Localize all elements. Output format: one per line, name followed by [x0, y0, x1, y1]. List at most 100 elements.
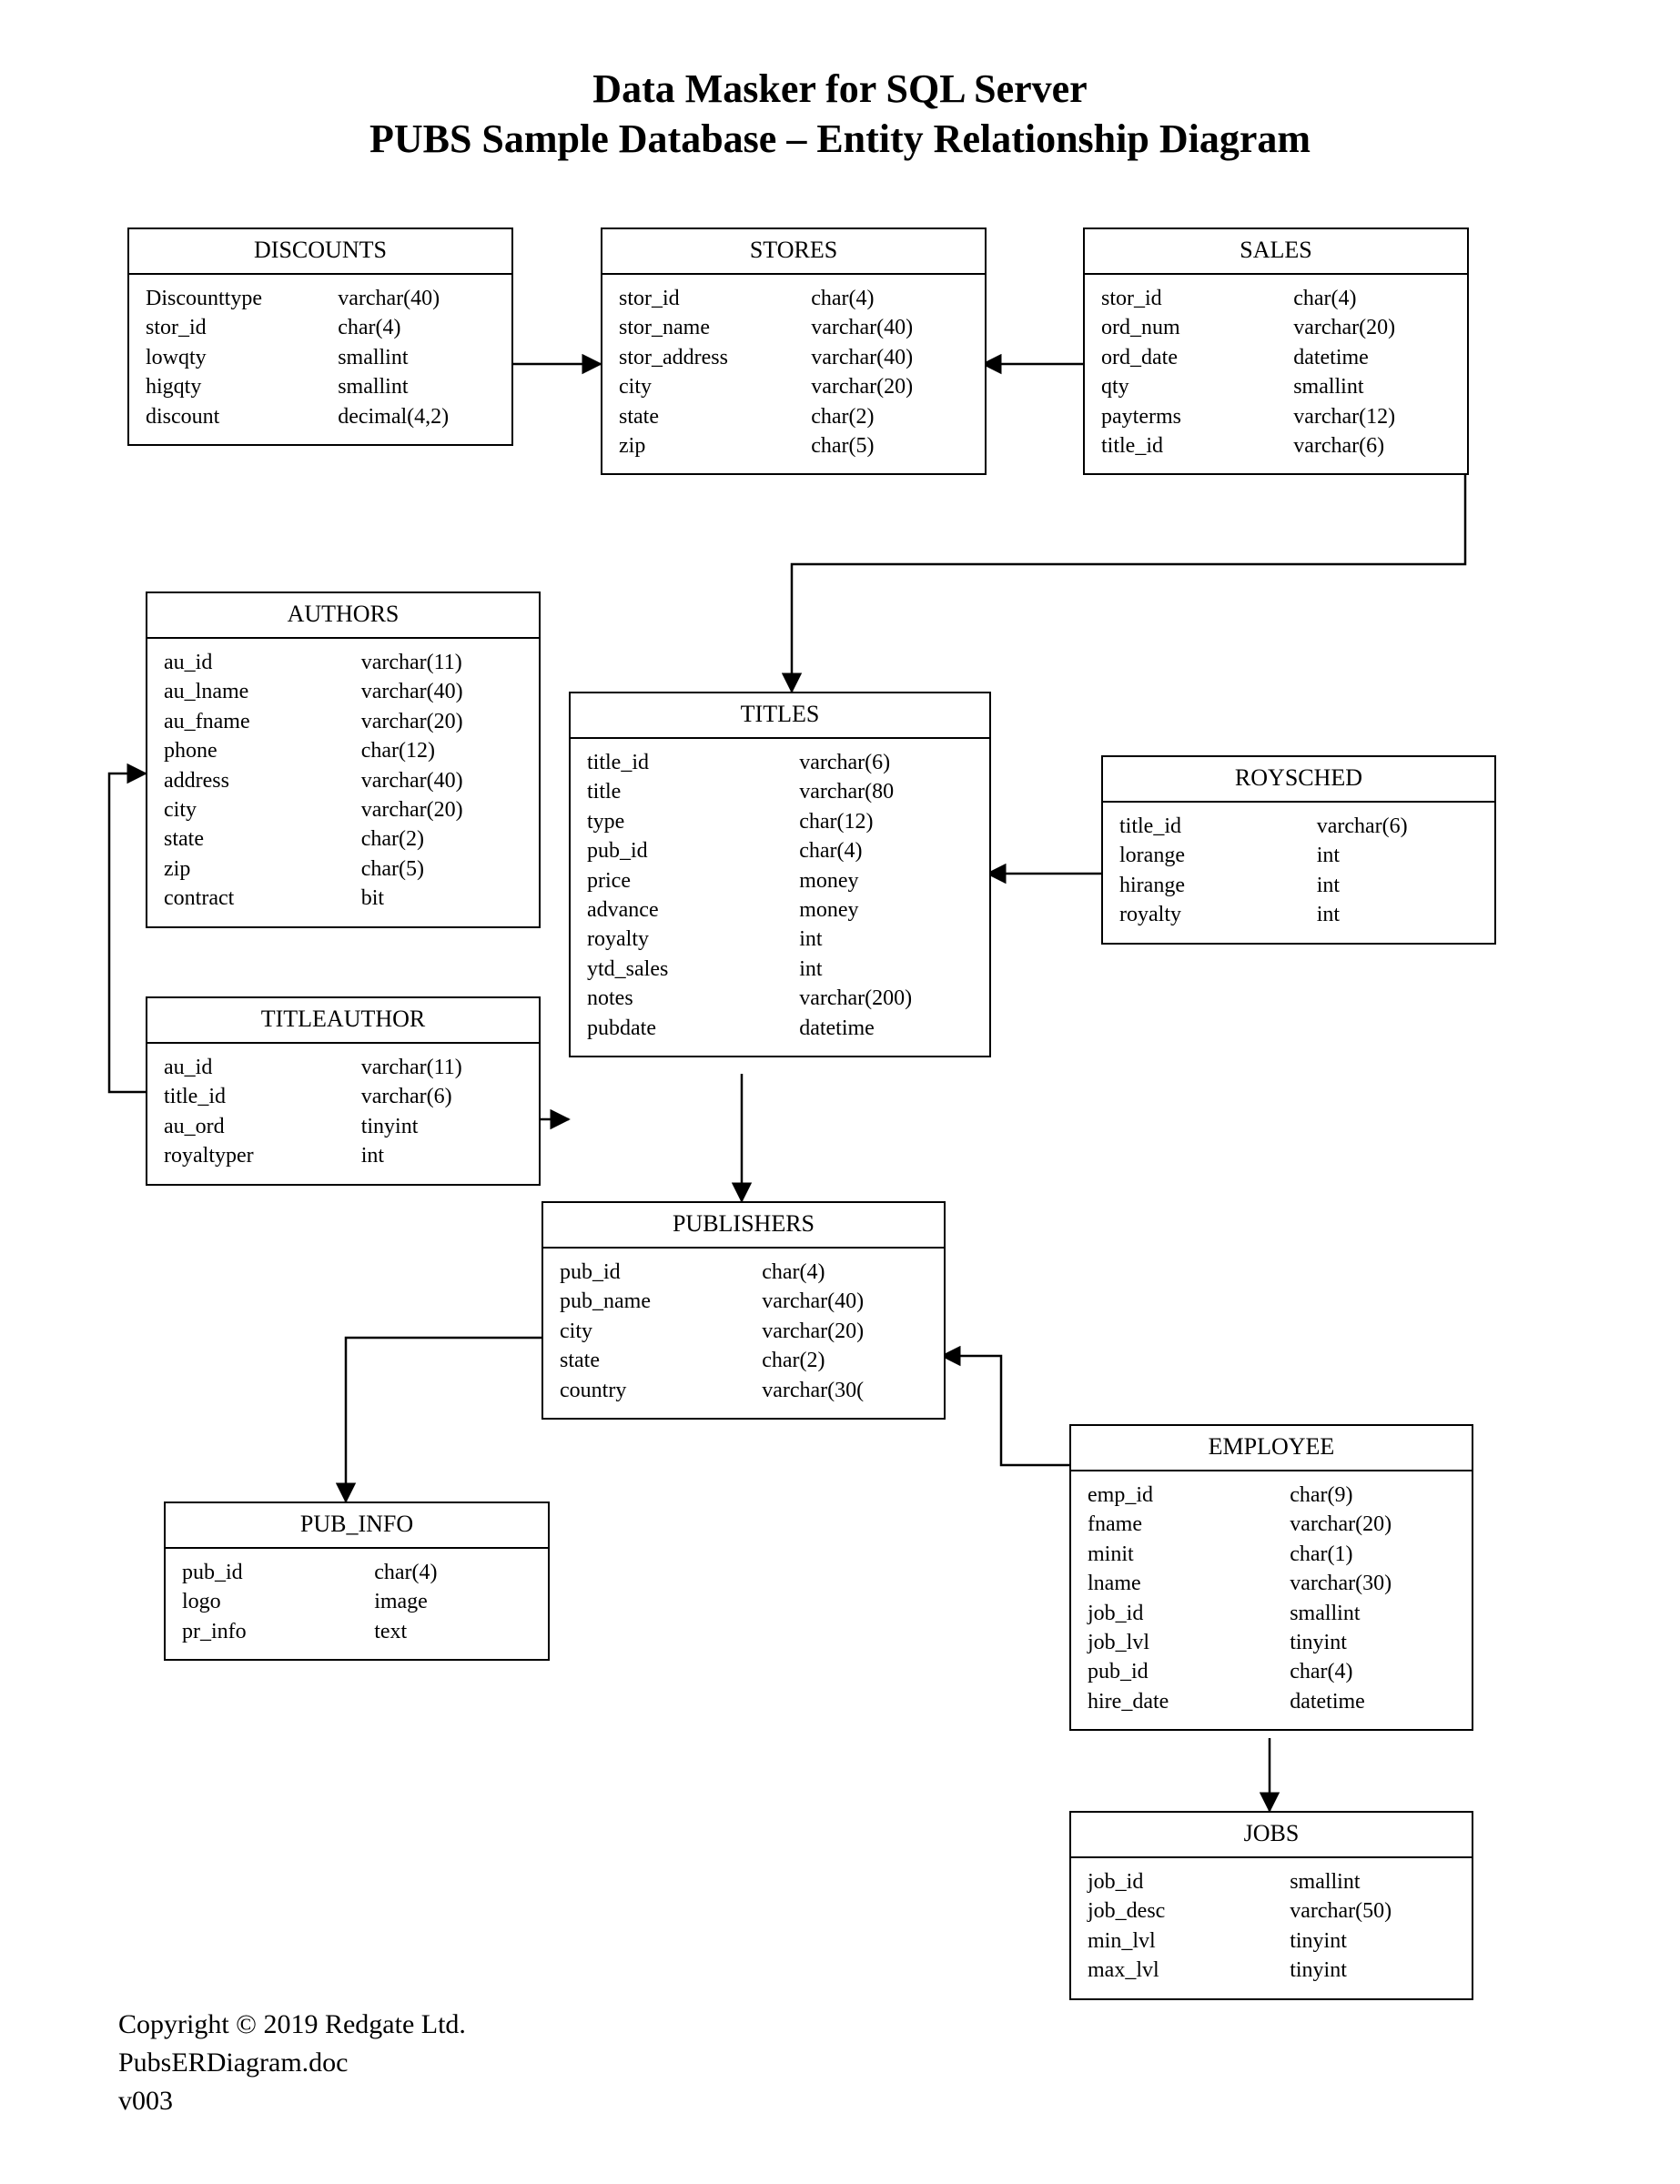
column-name: zip	[164, 854, 361, 884]
column-row: pub_idchar(4)	[560, 1258, 927, 1287]
connector-pub_info-publishers	[346, 1338, 541, 1502]
column-type: smallint	[338, 343, 495, 372]
column-name: pubdate	[587, 1014, 799, 1043]
column-name: title	[587, 777, 799, 806]
footer-copyright: Copyright © 2019 Redgate Ltd.	[118, 2006, 466, 2044]
column-row: stor_idchar(4)	[619, 284, 968, 313]
entity-titleauthor: TITLEAUTHORau_idvarchar(11)title_idvarch…	[146, 996, 541, 1186]
column-row: job_idsmallint	[1088, 1867, 1455, 1896]
column-type: char(2)	[361, 824, 522, 854]
column-row: title_idvarchar(6)	[1119, 812, 1478, 841]
column-type: varchar(40)	[811, 313, 968, 342]
column-name: country	[560, 1376, 762, 1405]
column-row: royaltyperint	[164, 1141, 522, 1170]
column-row: typechar(12)	[587, 807, 973, 836]
column-name: au_lname	[164, 677, 361, 706]
column-row: pub_namevarchar(40)	[560, 1287, 927, 1316]
column-row: logoimage	[182, 1587, 531, 1616]
column-type: char(4)	[799, 836, 973, 865]
column-row: max_lvltinyint	[1088, 1956, 1455, 1985]
column-type: varchar(6)	[799, 748, 973, 777]
column-name: advance	[587, 895, 799, 925]
column-name: state	[560, 1346, 762, 1375]
entity-header: PUB_INFO	[166, 1503, 548, 1549]
column-type: char(4)	[1293, 284, 1451, 313]
column-row: au_fnamevarchar(20)	[164, 707, 522, 736]
column-type: varchar(80	[799, 777, 973, 806]
entity-body: job_idsmallintjob_descvarchar(50)min_lvl…	[1071, 1858, 1472, 1998]
column-name: pub_id	[587, 836, 799, 865]
connector-sales-titles	[792, 473, 1465, 692]
column-row: pr_infotext	[182, 1617, 531, 1646]
column-name: state	[619, 402, 811, 431]
column-name: title_id	[1101, 431, 1293, 460]
column-type: varchar(20)	[811, 372, 968, 401]
er-diagram-page: Data Masker for SQL Server PUBS Sample D…	[0, 0, 1680, 2184]
column-type: char(9)	[1290, 1481, 1455, 1510]
connector-employee-publishers	[942, 1356, 1069, 1465]
column-type: varchar(11)	[361, 648, 522, 677]
column-row: zipchar(5)	[619, 431, 968, 460]
column-name: royalty	[1119, 900, 1317, 929]
column-name: price	[587, 866, 799, 895]
entity-body: pub_idchar(4)logoimagepr_infotext	[166, 1549, 548, 1659]
column-row: title_idvarchar(6)	[587, 748, 973, 777]
column-name: title_id	[587, 748, 799, 777]
column-name: stor_address	[619, 343, 811, 372]
column-type: char(5)	[361, 854, 522, 884]
column-type: char(4)	[811, 284, 968, 313]
column-name: address	[164, 766, 361, 795]
column-name: stor_name	[619, 313, 811, 342]
column-type: money	[799, 866, 973, 895]
column-row: zipchar(5)	[164, 854, 522, 884]
entity-body: au_idvarchar(11)au_lnamevarchar(40)au_fn…	[147, 639, 539, 926]
column-name: max_lvl	[1088, 1956, 1290, 1985]
entity-header: STORES	[602, 229, 985, 275]
column-row: pub_idchar(4)	[1088, 1657, 1455, 1686]
column-name: Discounttype	[146, 284, 338, 313]
column-name: pub_id	[560, 1258, 762, 1287]
column-type: varchar(12)	[1293, 402, 1451, 431]
title-line-1: Data Masker for SQL Server	[0, 64, 1680, 114]
column-type: smallint	[1293, 372, 1451, 401]
column-row: addressvarchar(40)	[164, 766, 522, 795]
column-type: datetime	[1290, 1687, 1455, 1716]
column-row: au_ordtinyint	[164, 1112, 522, 1141]
entity-publishers: PUBLISHERSpub_idchar(4)pub_namevarchar(4…	[541, 1201, 946, 1420]
column-row: cityvarchar(20)	[560, 1317, 927, 1346]
column-row: statechar(2)	[164, 824, 522, 854]
column-type: char(4)	[374, 1558, 531, 1587]
entity-authors: AUTHORSau_idvarchar(11)au_lnamevarchar(4…	[146, 592, 541, 928]
column-type: varchar(40)	[361, 766, 522, 795]
column-name: pr_info	[182, 1617, 374, 1646]
column-type: text	[374, 1617, 531, 1646]
column-name: stor_id	[619, 284, 811, 313]
column-row: ord_datedatetime	[1101, 343, 1451, 372]
column-type: int	[1317, 871, 1478, 900]
column-row: stor_namevarchar(40)	[619, 313, 968, 342]
column-type: varchar(40)	[811, 343, 968, 372]
entity-employee: EMPLOYEEemp_idchar(9)fnamevarchar(20)min…	[1069, 1424, 1473, 1731]
entity-body: au_idvarchar(11)title_idvarchar(6)au_ord…	[147, 1044, 539, 1184]
column-type: smallint	[1290, 1867, 1455, 1896]
page-title: Data Masker for SQL Server PUBS Sample D…	[0, 64, 1680, 164]
column-type: smallint	[1290, 1599, 1455, 1628]
column-row: lorangeint	[1119, 841, 1478, 870]
column-type: char(1)	[1290, 1540, 1455, 1569]
column-row: pubdatedatetime	[587, 1014, 973, 1043]
column-row: pricemoney	[587, 866, 973, 895]
column-row: contractbit	[164, 884, 522, 913]
column-name: stor_id	[1101, 284, 1293, 313]
column-row: paytermsvarchar(12)	[1101, 402, 1451, 431]
column-name: royalty	[587, 925, 799, 954]
column-row: royaltyint	[1119, 900, 1478, 929]
column-name: notes	[587, 984, 799, 1013]
column-type: bit	[361, 884, 522, 913]
column-row: au_lnamevarchar(40)	[164, 677, 522, 706]
page-footer: Copyright © 2019 Redgate Ltd. PubsERDiag…	[118, 2006, 466, 2120]
column-type: char(4)	[1290, 1657, 1455, 1686]
column-name: job_id	[1088, 1867, 1290, 1896]
column-name: qty	[1101, 372, 1293, 401]
column-row: pub_idchar(4)	[587, 836, 973, 865]
entity-body: stor_idchar(4)stor_namevarchar(40)stor_a…	[602, 275, 985, 473]
